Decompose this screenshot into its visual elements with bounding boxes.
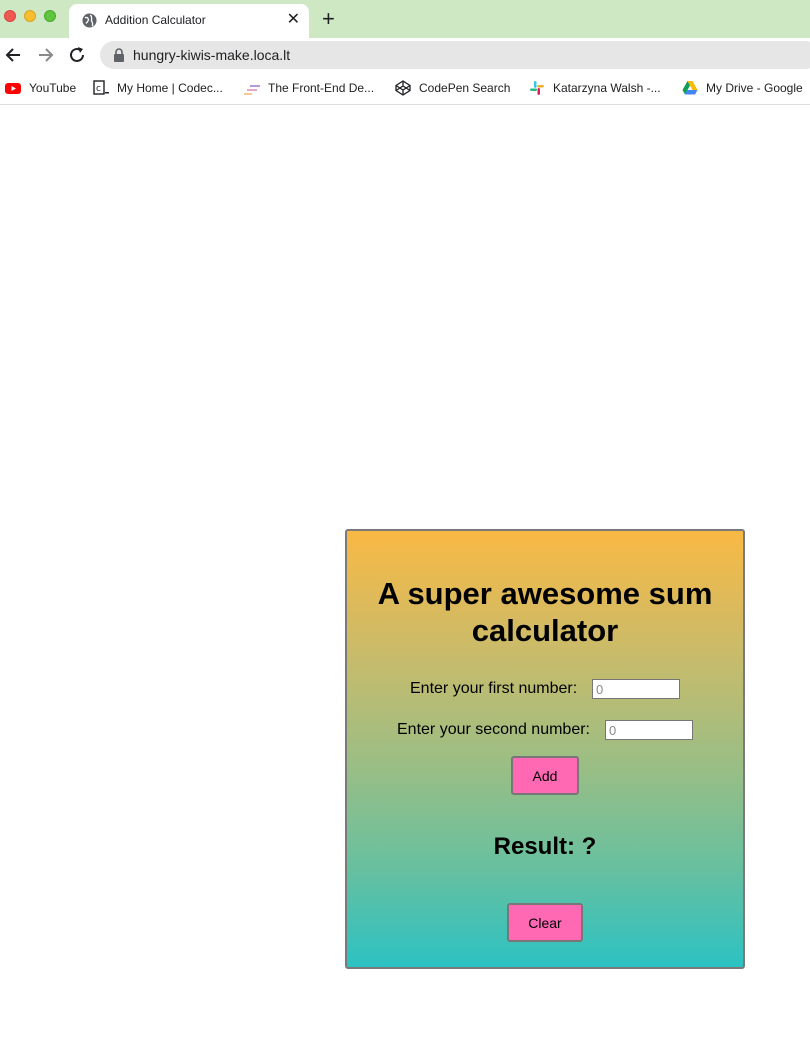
add-button[interactable]: Add bbox=[511, 756, 579, 795]
tab-addition-calculator[interactable]: Addition Calculator ✕ bbox=[69, 4, 309, 38]
page-title: A super awesome sum calculator bbox=[377, 576, 713, 648]
first-number-input[interactable] bbox=[592, 679, 680, 699]
lock-icon[interactable] bbox=[113, 48, 125, 62]
address-bar[interactable]: hungry-kiwis-make.loca.lt bbox=[100, 41, 810, 69]
tab-strip: Addition Calculator ✕ + bbox=[0, 0, 810, 38]
close-window-button[interactable] bbox=[4, 10, 16, 22]
forward-arrow-icon[interactable] bbox=[34, 44, 56, 66]
second-number-input[interactable] bbox=[605, 720, 693, 740]
close-tab-icon[interactable]: ✕ bbox=[287, 10, 300, 30]
new-tab-icon[interactable]: + bbox=[322, 7, 335, 31]
frontend-icon bbox=[244, 85, 260, 95]
slack-icon bbox=[530, 81, 544, 95]
tab-title: Addition Calculator bbox=[105, 13, 206, 27]
youtube-icon bbox=[5, 83, 21, 94]
first-number-label: Enter your first number: bbox=[410, 680, 578, 697]
svg-text:c: c bbox=[96, 84, 101, 94]
maximize-window-button[interactable] bbox=[44, 10, 56, 22]
url-text: hungry-kiwis-make.loca.lt bbox=[133, 47, 291, 63]
second-number-label: Enter your second number: bbox=[397, 721, 590, 738]
result-text: Result: ? bbox=[493, 833, 597, 860]
codepen-icon bbox=[395, 80, 411, 96]
google-drive-icon bbox=[682, 81, 698, 95]
codecademy-icon: c bbox=[93, 80, 109, 95]
calculator-card: A super awesome sum calculator Enter you… bbox=[345, 529, 745, 969]
bookmarks-bar: YouTube c My Home | Codec... The Front-E… bbox=[0, 72, 810, 105]
minimize-window-button[interactable] bbox=[24, 10, 36, 22]
clear-button[interactable]: Clear bbox=[507, 903, 583, 942]
back-arrow-icon[interactable] bbox=[3, 44, 25, 66]
browser-toolbar: hungry-kiwis-make.loca.lt bbox=[0, 38, 810, 72]
globe-icon bbox=[82, 13, 97, 28]
reload-icon[interactable] bbox=[66, 44, 88, 66]
